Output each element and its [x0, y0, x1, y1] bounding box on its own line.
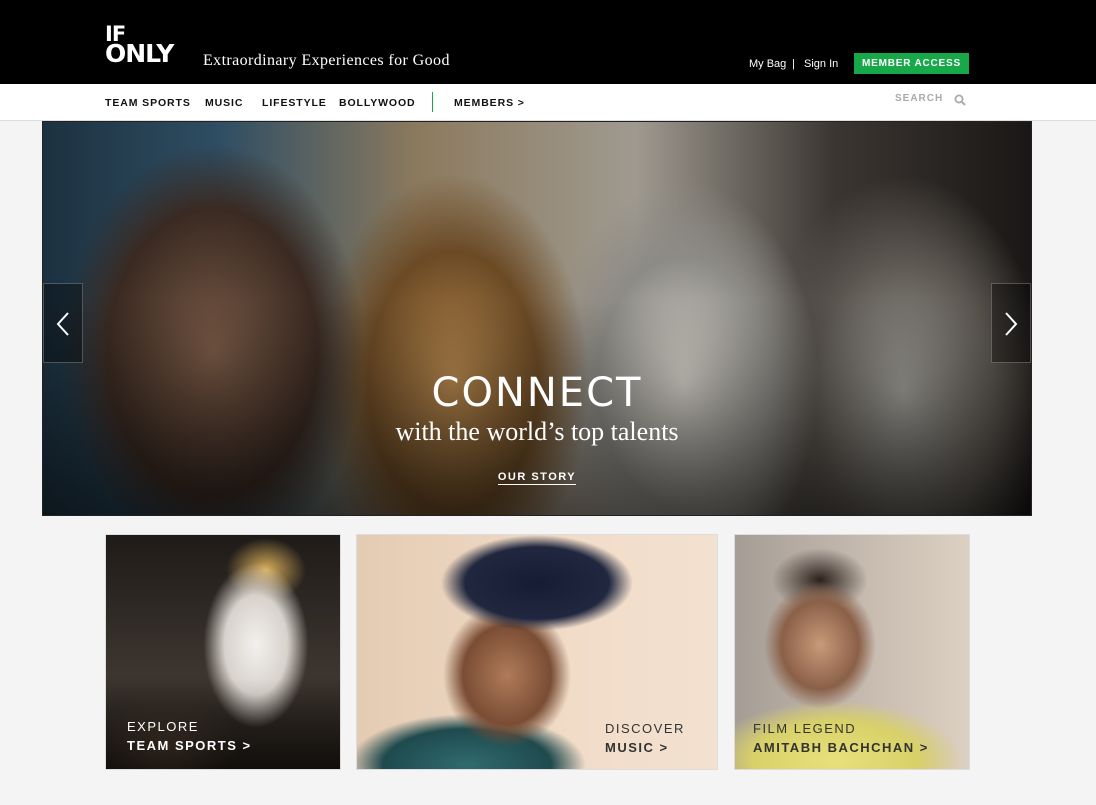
hero-subtitle: with the world’s top talents: [395, 417, 679, 446]
member-access-button[interactable]: MEMBER ACCESS: [854, 53, 969, 74]
tile-team-sports[interactable]: EXPLORE TEAM SPORTS >: [105, 534, 341, 770]
top-bar: IF ONLY Extraordinary Experiences for Go…: [0, 0, 1096, 84]
util-separator: |: [792, 58, 795, 70]
search-field[interactable]: SEARCH: [895, 93, 943, 104]
sign-in-link[interactable]: Sign In: [804, 58, 838, 70]
hero-prev-button[interactable]: [43, 283, 83, 363]
tile-kicker: DISCOVER: [605, 721, 685, 736]
hero-next-button[interactable]: [991, 283, 1031, 363]
logo-line-2: ONLY: [105, 39, 174, 68]
search-icon[interactable]: [954, 93, 968, 107]
ifonly-logo[interactable]: IF ONLY: [105, 24, 174, 68]
nav-item-bollywood[interactable]: BOLLYWOOD: [339, 97, 416, 109]
chevron-right-icon: [1005, 312, 1018, 336]
hero-image: [43, 122, 1031, 515]
tile-headline[interactable]: AMITABH BACHCHAN >: [753, 740, 929, 755]
my-bag-link[interactable]: My Bag: [749, 58, 786, 70]
tile-music[interactable]: DISCOVER MUSIC >: [356, 534, 718, 770]
tagline: Extraordinary Experiences for Good: [203, 52, 450, 69]
tile-headline[interactable]: MUSIC >: [605, 740, 669, 755]
tile-kicker: EXPLORE: [127, 719, 199, 734]
chevron-left-icon: [56, 312, 69, 336]
our-story-label: OUR STORY: [497, 471, 577, 485]
nav-item-team-sports[interactable]: TEAM SPORTS: [105, 97, 191, 109]
tile-headline[interactable]: TEAM SPORTS >: [127, 738, 252, 753]
hero-title: CONNECT: [431, 370, 643, 416]
tile-amitabh-bachchan[interactable]: FILM LEGEND AMITABH BACHCHAN >: [734, 534, 970, 770]
tile-kicker: FILM LEGEND: [753, 721, 857, 736]
nav-item-members[interactable]: MEMBERS >: [454, 97, 525, 109]
nav-item-lifestyle[interactable]: LIFESTYLE: [262, 97, 327, 109]
nav-bar: TEAM SPORTS MUSIC LIFESTYLE BOLLYWOOD ME…: [0, 84, 1096, 121]
nav-divider: [432, 92, 433, 112]
nav-item-music[interactable]: MUSIC: [205, 97, 243, 109]
our-story-link[interactable]: OUR STORY: [43, 471, 1031, 485]
hero-banner[interactable]: CONNECT with the world’s top talents OUR…: [42, 121, 1032, 516]
